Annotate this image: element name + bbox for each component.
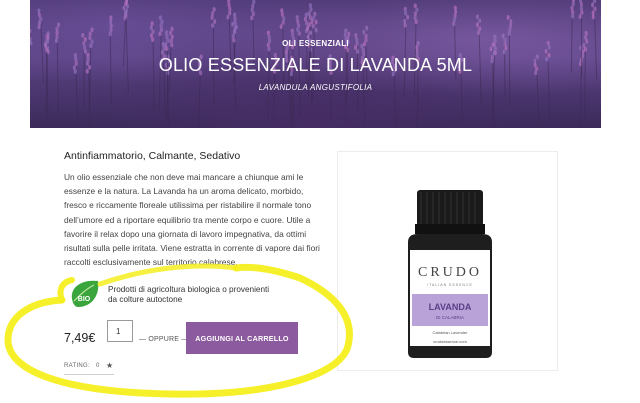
product-description: Un olio essenziale che non deve mai manc… <box>64 172 320 268</box>
bottle-brand-sub: ITALIAN ESSENCE <box>427 283 473 287</box>
product-image-frame: CRUDO ITALIAN ESSENCE LAVANDA DI CALABRI… <box>337 151 558 371</box>
bottle-variety: Calabrian Lavender <box>433 330 469 335</box>
add-to-cart-button[interactable]: AGGIUNGI AL CARRELLO <box>186 322 298 354</box>
hero-banner: OLI ESSENZIALI OLIO ESSENZIALE DI LAVAND… <box>30 0 601 128</box>
product-subtitle: Antinfiammatorio, Calmante, Sedativo <box>64 150 241 162</box>
rating-row: RATING: 0 ★ <box>64 361 114 375</box>
quantity-input[interactable] <box>107 320 133 342</box>
product-bottle-image: CRUDO ITALIAN ESSENCE LAVANDA DI CALABRI… <box>408 190 492 358</box>
bottle-product-name: LAVANDA <box>429 302 472 312</box>
or-separator: — OPPURE — <box>139 336 189 343</box>
rating-label: RATING: <box>64 363 90 369</box>
star-icon[interactable]: ★ <box>106 361 113 370</box>
latin-name: LAVANDULA ANGUSTIFOLIA <box>258 83 373 92</box>
product-price: 7,49€ <box>64 331 96 345</box>
rating-value: 0 <box>96 363 100 369</box>
bio-badge-text: BIO <box>78 296 91 303</box>
bottle-url: crudoessence.com <box>433 339 467 344</box>
bio-description: Prodotti di agricoltura biologica o prov… <box>108 285 270 304</box>
product-title: OLIO ESSENZIALE DI LAVANDA 5ML <box>158 55 473 75</box>
bio-leaf-icon: BIO <box>71 280 99 307</box>
bottle-region: DI CALABRIA <box>436 315 464 320</box>
bottle-brand: CRUDO <box>418 265 482 280</box>
category-label: OLI ESSENZIALI <box>282 39 349 48</box>
